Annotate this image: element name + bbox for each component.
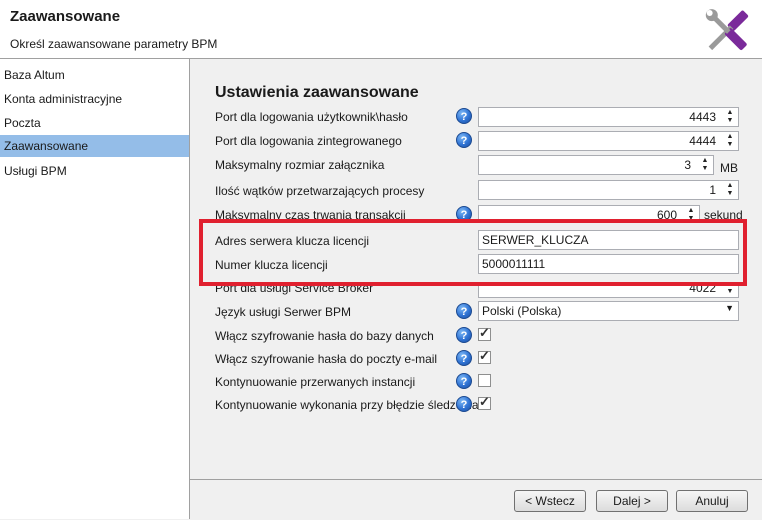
section-title: Ustawienia zaawansowane xyxy=(215,84,419,101)
page-subtitle: Określ zaawansowane parametry BPM xyxy=(10,37,218,51)
checkmark-icon: ✓ xyxy=(479,348,490,363)
row-label: Kontynuowanie przerwanych instancji xyxy=(215,375,416,389)
spin-arrows-icon[interactable]: ▲▼ xyxy=(724,133,736,149)
row-label: Język usługi Serwer BPM xyxy=(215,305,352,319)
language-select[interactable]: Polski (Polska) ▼ xyxy=(478,301,739,321)
spin-arrows-icon[interactable]: ▲▼ xyxy=(724,182,736,198)
back-button[interactable]: < Wstecz xyxy=(514,490,586,512)
highlight-frame xyxy=(199,219,747,286)
row-label: Kontynuowanie wykonania przy błędzie śle… xyxy=(215,398,479,412)
row-label: Port dla logowania zintegrowanego xyxy=(215,134,402,148)
row-label: Włącz szyfrowanie hasła do bazy danych xyxy=(215,329,434,343)
thread-count-stepper[interactable]: 1 ▲ ▼ xyxy=(478,180,739,200)
help-icon[interactable]: ? xyxy=(456,303,472,319)
row-label: Włącz szyfrowanie hasła do poczty e-mail xyxy=(215,352,438,366)
max-attachment-stepper[interactable]: 3 ▲ ▼ xyxy=(478,155,714,175)
sidebar-item-uslugi-bpm[interactable]: Usługi BPM xyxy=(0,160,189,182)
row-label: Ilość wątków przetwarzających procesy xyxy=(215,184,425,198)
unit-label: MB xyxy=(720,161,738,175)
help-icon[interactable]: ? xyxy=(456,396,472,412)
mail-encryption-checkbox[interactable]: ✓ xyxy=(478,348,491,364)
spin-arrows-icon[interactable]: ▲▼ xyxy=(724,109,736,125)
port-integrated-stepper[interactable]: 4444 ▲ ▼ xyxy=(478,131,739,151)
help-icon[interactable]: ? xyxy=(456,132,472,148)
cancel-button[interactable]: Anuluj xyxy=(676,490,748,512)
sidebar-item-poczta[interactable]: Poczta xyxy=(0,112,189,134)
continue-on-trace-error-checkbox[interactable]: ✓ xyxy=(478,394,491,410)
help-icon[interactable]: ? xyxy=(456,373,472,389)
sidebar-item-zaawansowane[interactable]: Zaawansowane xyxy=(0,135,189,157)
header: Zaawansowane Określ zaawansowane paramet… xyxy=(0,0,762,59)
row-label: Maksymalny rozmiar załącznika xyxy=(215,158,385,172)
help-icon[interactable]: ? xyxy=(456,108,472,124)
resume-instances-checkbox[interactable] xyxy=(478,374,491,387)
tools-icon xyxy=(698,3,756,58)
port-login-password-stepper[interactable]: 4443 ▲ ▼ xyxy=(478,107,739,127)
next-button[interactable]: Dalej > xyxy=(596,490,668,512)
page-title: Zaawansowane xyxy=(10,8,121,25)
row-label: Port dla logowania użytkownik\hasło xyxy=(215,110,408,124)
help-icon[interactable]: ? xyxy=(456,350,472,366)
db-encryption-checkbox[interactable]: ✓ xyxy=(478,325,491,341)
spin-arrows-icon[interactable]: ▲▼ xyxy=(699,157,711,173)
sidebar-item-konta[interactable]: Konta administracyjne xyxy=(0,88,189,110)
chevron-down-icon[interactable]: ▼ xyxy=(725,303,734,313)
sidebar-item-baza-altum[interactable]: Baza Altum xyxy=(0,64,189,86)
help-icon[interactable]: ? xyxy=(456,327,472,343)
checkmark-icon: ✓ xyxy=(479,394,490,409)
checkmark-icon: ✓ xyxy=(479,325,490,340)
